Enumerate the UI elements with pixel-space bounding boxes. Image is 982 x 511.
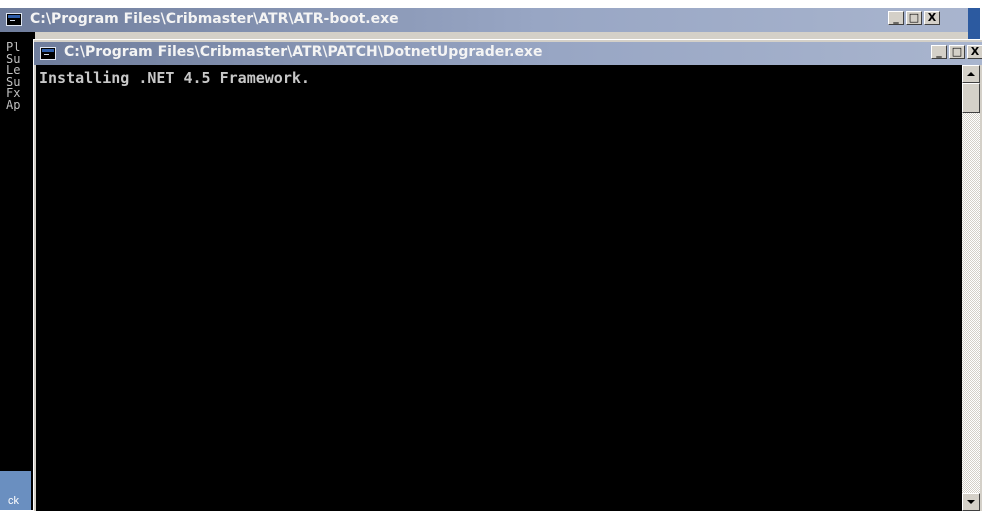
outer-console-text: Pl Su Le Su Fx Ap bbox=[6, 42, 21, 111]
outer-window-title: C:\Program Files\Cribmaster\ATR\ATR-boot… bbox=[30, 11, 399, 27]
outer-bottom-fragment-text: ck bbox=[8, 495, 19, 507]
outer-close-button[interactable]: X bbox=[924, 11, 940, 25]
inner-minimize-button[interactable]: _ bbox=[931, 45, 947, 59]
console-app-icon[interactable] bbox=[40, 47, 56, 60]
scroll-thumb[interactable] bbox=[962, 83, 980, 113]
outer-minimize-button[interactable]: _ bbox=[888, 11, 904, 25]
window-edge-strip bbox=[968, 8, 980, 40]
inner-window-title: C:\Program Files\Cribmaster\ATR\PATCH\Do… bbox=[64, 44, 543, 60]
inner-title-bar[interactable]: C:\Program Files\Cribmaster\ATR\PATCH\Do… bbox=[34, 42, 982, 65]
outer-window-controls: _ □ X bbox=[886, 11, 940, 25]
inner-maximize-button[interactable]: □ bbox=[949, 45, 965, 59]
console-output-line: Installing .NET 4.5 Framework. bbox=[39, 69, 310, 87]
arrow-up-icon bbox=[967, 72, 975, 76]
inner-console-window: C:\Program Files\Cribmaster\ATR\PATCH\Do… bbox=[33, 39, 982, 511]
vertical-scrollbar[interactable] bbox=[962, 65, 980, 511]
outer-title-bar[interactable]: C:\Program Files\Cribmaster\ATR\ATR-boot… bbox=[0, 8, 980, 40]
console-app-icon[interactable] bbox=[6, 13, 22, 26]
outer-bottom-fragment: ck bbox=[0, 471, 31, 510]
arrow-down-icon bbox=[967, 500, 975, 504]
scroll-down-button[interactable] bbox=[962, 493, 980, 511]
console-output-area[interactable]: Installing .NET 4.5 Framework. bbox=[36, 65, 962, 511]
inner-close-button[interactable]: X bbox=[967, 45, 982, 59]
scroll-up-button[interactable] bbox=[962, 65, 980, 83]
inner-window-controls: _ □ X bbox=[929, 45, 982, 59]
outer-maximize-button[interactable]: □ bbox=[906, 11, 922, 25]
